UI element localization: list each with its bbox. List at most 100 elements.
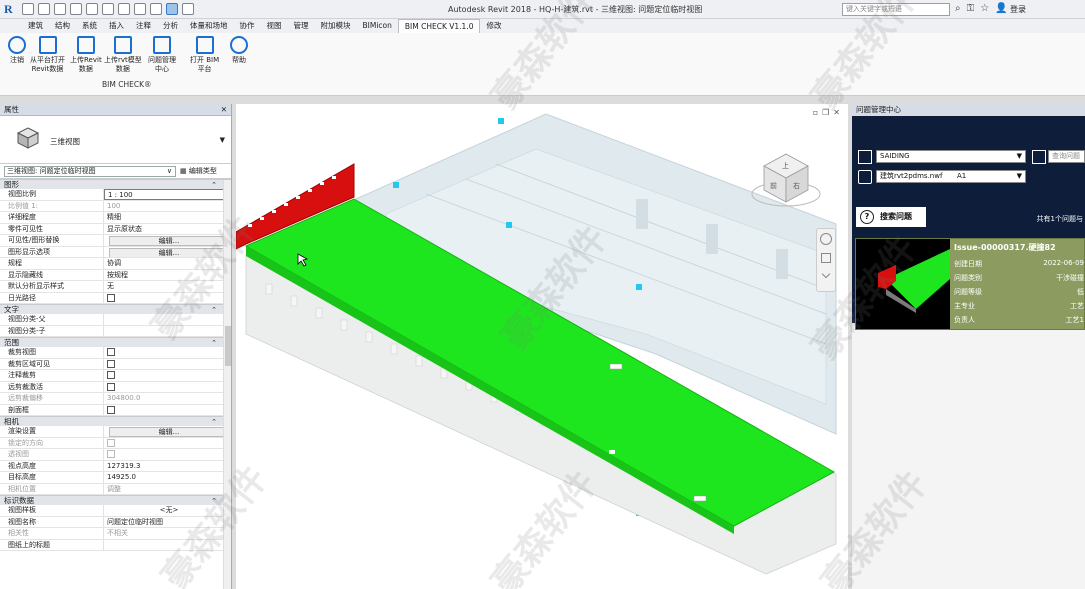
steering-wheel-icon[interactable] [820,233,832,245]
property-value[interactable]: 按规程 [104,270,231,281]
property-category[interactable]: 标识数据 ⌃ [0,495,231,505]
tab-7[interactable]: 协作 [234,19,261,33]
property-value[interactable]: 编辑... [104,247,231,257]
tab-5[interactable]: 分析 [157,19,184,33]
section-icon[interactable] [150,3,162,15]
print-icon[interactable] [86,3,98,15]
property-value[interactable]: 127319.3 [104,461,231,472]
property-checkbox[interactable] [107,382,115,391]
thin-lines-icon[interactable] [182,3,194,15]
property-category[interactable]: 相机 ⌃ [0,416,231,426]
properties-scrollbar[interactable] [223,180,231,589]
property-checkbox[interactable] [107,405,115,414]
navigation-bar[interactable] [816,228,836,292]
restore-icon[interactable]: ❐ [822,108,829,117]
edit-type-button[interactable]: ▦ 编辑类型 [180,166,217,177]
help-search-input[interactable]: 键入关键字或短语 [842,3,950,16]
search-issues-button[interactable]: ? 搜索问题 [856,207,926,227]
login-link[interactable]: 登录 [1010,4,1026,15]
tab-6[interactable]: 体量和场地 [184,19,234,33]
ribbon-button-4[interactable]: 问题管理 中心 [148,36,176,74]
tab-9[interactable]: 管理 [288,19,315,33]
chevron-down-icon[interactable]: ▼ [220,136,225,144]
ribbon-button-1[interactable]: 从平台打开 Revit数据 [30,36,65,74]
ribbon-button-2[interactable]: 上传Revit 数据 [70,36,102,74]
tab-10[interactable]: 附加模块 [315,19,357,33]
redo-icon[interactable] [70,3,82,15]
property-value[interactable] [104,326,231,337]
measure-icon[interactable] [102,3,114,15]
property-value[interactable] [104,293,231,304]
open-icon[interactable] [22,3,34,15]
property-value[interactable]: <无> [104,505,231,516]
close-icon[interactable]: ✕ [833,108,840,117]
tab-4[interactable]: 注释 [130,19,157,33]
tab-11[interactable]: BIMicon [357,19,398,33]
edit-button[interactable]: 编辑... [109,236,229,246]
issue-query-input[interactable]: 查询问题 [1048,150,1085,163]
tab-8[interactable]: 视图 [261,19,288,33]
property-value[interactable] [104,314,231,325]
property-value[interactable]: 1 : 100 [104,189,231,200]
ribbon-button-3[interactable]: 上传rvt模型 数据 [104,36,142,74]
property-value[interactable] [104,382,231,393]
scrollbar-thumb[interactable] [225,326,231,366]
minimize-icon[interactable]: ▫ [813,108,818,117]
zoom-icon[interactable] [821,253,831,263]
property-value[interactable]: 协调 [104,258,231,269]
undo-icon[interactable] [54,3,66,15]
edit-button[interactable]: 编辑... [109,247,229,257]
collapse-icon[interactable]: ⌃ [211,180,217,190]
property-checkbox[interactable] [107,359,115,368]
close-icon[interactable]: ✕ [221,104,227,116]
model-file-select[interactable]: 建筑rvt2pdms.nwf A1 ▼ [876,170,1026,183]
binoculars-icon[interactable]: ⌕ [955,3,961,14]
issue-card[interactable]: Issue-00000317.硬撞82 创建日期 2022-06-09 问题类别 干涉… [855,238,1085,330]
property-checkbox[interactable] [107,371,115,379]
collapse-icon[interactable]: ⌃ [211,417,217,427]
tab-12[interactable]: BIM CHECK V1.1.0 [397,19,481,33]
collapse-icon[interactable]: ⌃ [211,338,217,348]
property-value[interactable]: 无 [104,281,231,292]
tab-1[interactable]: 结构 [49,19,76,33]
tab-3[interactable]: 插入 [103,19,130,33]
property-value[interactable]: 显示原状态 [104,224,231,235]
revit-logo-icon[interactable]: R [4,2,17,16]
tab-13[interactable]: 修改 [480,19,507,33]
property-checkbox[interactable] [107,348,115,356]
instance-selector[interactable]: 三维视图: 问题定位临时视图 ∨ [4,166,176,177]
star-icon[interactable]: ☆ [980,3,989,14]
ribbon-button-6[interactable]: 帮助 [230,36,248,65]
edit-button[interactable]: 编辑... [109,427,229,437]
property-value[interactable]: 编辑... [104,235,231,246]
property-value[interactable]: 编辑... [104,426,231,437]
property-checkbox[interactable] [107,293,115,302]
save-icon[interactable] [38,3,50,15]
ribbon-button-0[interactable]: 注销 [8,36,26,65]
switch-windows-icon[interactable] [166,3,178,15]
text-icon[interactable] [118,3,130,15]
property-category[interactable]: 范围 ⌃ [0,337,231,347]
ribbon-button-5[interactable]: 打开 BIM 平台 [190,36,219,74]
key-icon[interactable]: ⚿ [967,3,975,14]
model-canvas[interactable]: 上 前 右 [236,104,848,589]
user-icon[interactable]: 👤 [995,3,1007,14]
tab-0[interactable]: 建筑 [22,19,49,33]
3d-view-icon[interactable] [134,3,146,15]
type-selector[interactable]: 三维视图 ▼ [0,116,231,164]
property-value[interactable] [104,540,231,551]
property-value[interactable]: 问题定位临时视图 [104,517,231,528]
collapse-icon[interactable]: ⌃ [211,496,217,506]
property-value[interactable] [104,347,231,358]
chevron-down-icon[interactable] [821,269,831,279]
3d-viewport[interactable]: 上 前 右 ▫ ❐ ✕ [236,104,848,589]
property-category[interactable]: 文字 ⌃ [0,304,231,314]
property-category[interactable]: 图形 ⌃ [0,179,231,189]
project-select[interactable]: SAIDING ▼ [876,150,1026,163]
document-icon[interactable] [858,170,872,184]
search-doc-icon[interactable] [1032,150,1046,164]
property-value[interactable] [104,359,231,370]
property-value[interactable]: 精细 [104,212,231,223]
grid-icon[interactable] [858,150,872,164]
tab-2[interactable]: 系统 [76,19,103,33]
